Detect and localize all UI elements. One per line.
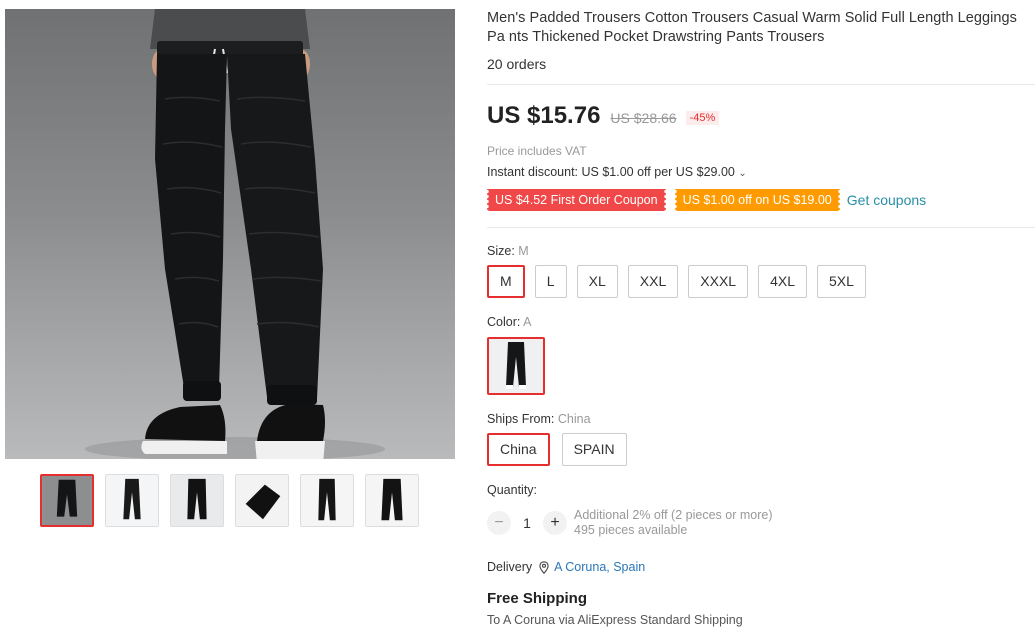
current-price: US $15.76	[487, 102, 601, 129]
discount-badge: -45%	[685, 111, 720, 125]
color-label-text: Color:	[487, 315, 524, 329]
coupon-row: US $4.52 First Order Coupon US $1.00 off…	[487, 189, 926, 211]
free-shipping-heading: Free Shipping	[487, 590, 588, 607]
thumbnail-1[interactable]	[40, 474, 94, 527]
color-selected-value: A	[523, 315, 532, 329]
quantity-label: Quantity:	[487, 483, 538, 497]
quantity-stepper: − 1 + Additional 2% off (2 pieces or mor…	[487, 508, 772, 538]
store-coupon[interactable]: US $1.00 off on US $19.00	[674, 189, 840, 211]
thumbnail-4[interactable]	[235, 474, 289, 527]
size-option-xxl[interactable]: XXL	[627, 265, 679, 298]
main-product-image[interactable]	[5, 9, 455, 459]
delivery-location-link[interactable]: A Coruna, Spain	[554, 560, 645, 574]
thumbnail-3[interactable]	[170, 474, 224, 527]
original-price: US $28.66	[610, 110, 677, 126]
map-pin-icon	[539, 560, 549, 574]
chevron-down-icon: ⌄	[738, 168, 747, 179]
ships-from-label: Ships From: China	[487, 412, 591, 426]
divider	[487, 227, 1035, 228]
ships-from-option-spain[interactable]: SPAIN	[561, 433, 627, 466]
quantity-plus-button[interactable]: +	[543, 511, 567, 535]
order-count: 20 orders	[487, 56, 547, 72]
delivery-row: Delivery A Coruna, Spain	[487, 560, 645, 574]
quantity-input[interactable]: 1	[511, 515, 543, 531]
ships-from-option-china[interactable]: China	[487, 433, 550, 466]
ships-from-options: China SPAIN	[487, 433, 627, 466]
size-option-m[interactable]: M	[487, 265, 525, 298]
first-order-coupon[interactable]: US $4.52 First Order Coupon	[487, 189, 666, 211]
ships-from-label-text: Ships From:	[487, 412, 558, 426]
thumbnail-2[interactable]	[105, 474, 159, 527]
thumbnail-strip	[40, 474, 419, 527]
instant-discount[interactable]: Instant discount: US $1.00 off per US $2…	[487, 165, 747, 179]
instant-discount-text: Instant discount: US $1.00 off per US $2…	[487, 165, 735, 179]
size-option-5xl[interactable]: 5XL	[817, 265, 866, 298]
ships-from-selected-value: China	[557, 412, 591, 426]
quantity-minus-button[interactable]: −	[487, 511, 511, 535]
get-coupons-link[interactable]: Get coupons	[847, 192, 926, 208]
price-row: US $15.76 US $28.66 -45%	[487, 102, 720, 130]
shipping-description: To A Coruna via AliExpress Standard Ship…	[487, 613, 743, 627]
color-option-a[interactable]	[487, 337, 545, 395]
thumbnail-6[interactable]	[365, 474, 419, 527]
size-option-xl[interactable]: XL	[576, 265, 618, 298]
delivery-label: Delivery	[487, 560, 533, 574]
product-title: Men's Padded Trousers Cotton Trousers Ca…	[487, 10, 1017, 45]
vat-note: Price includes VAT	[487, 144, 587, 158]
size-option-4xl[interactable]: 4XL	[758, 265, 807, 298]
divider	[487, 84, 1035, 85]
thumbnail-5[interactable]	[300, 474, 354, 527]
size-option-xxxl[interactable]: XXXL	[688, 265, 749, 298]
bulk-discount-note: Additional 2% off (2 pieces or more)	[574, 508, 773, 522]
size-label: Size: M	[487, 244, 529, 258]
size-option-l[interactable]: L	[534, 265, 567, 298]
quantity-note: Additional 2% off (2 pieces or more) 495…	[574, 508, 772, 538]
color-label: Color: A	[487, 315, 531, 329]
stock-available: 495 pieces available	[574, 523, 688, 537]
size-options: M L XL XXL XXXL 4XL 5XL	[487, 265, 866, 298]
size-label-text: Size:	[487, 244, 519, 258]
size-selected-value: M	[518, 244, 529, 258]
